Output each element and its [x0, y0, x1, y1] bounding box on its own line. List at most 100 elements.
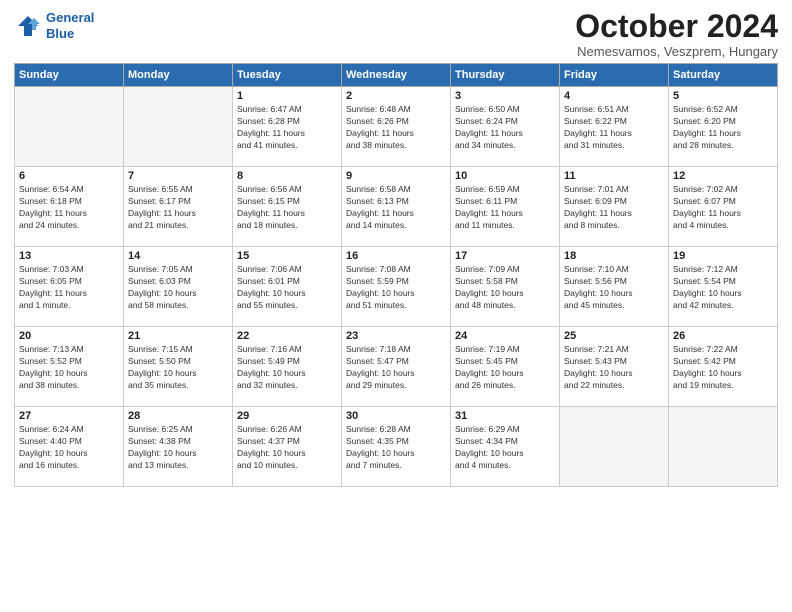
header: General Blue October 2024 Nemesvamos, Ve… [14, 10, 778, 59]
day-number: 5 [673, 90, 773, 102]
day-detail: Sunrise: 6:56 AM Sunset: 6:15 PM Dayligh… [237, 184, 337, 232]
calendar-cell: 23 Sunrise: 7:18 AM Sunset: 5:47 PM Dayli… [342, 327, 451, 407]
day-detail: Sunrise: 6:54 AM Sunset: 6:18 PM Dayligh… [19, 184, 119, 232]
calendar-cell: 12 Sunrise: 7:02 AM Sunset: 6:07 PM Dayli… [669, 167, 778, 247]
day-number: 3 [455, 90, 555, 102]
day-number: 22 [237, 330, 337, 342]
day-detail: Sunrise: 6:29 AM Sunset: 4:34 PM Dayligh… [455, 424, 555, 472]
day-detail: Sunrise: 7:19 AM Sunset: 5:45 PM Dayligh… [455, 344, 555, 392]
day-detail: Sunrise: 6:25 AM Sunset: 4:38 PM Dayligh… [128, 424, 228, 472]
calendar-cell: 5 Sunrise: 6:52 AM Sunset: 6:20 PM Daylig… [669, 87, 778, 167]
calendar-cell: 25 Sunrise: 7:21 AM Sunset: 5:43 PM Dayli… [560, 327, 669, 407]
day-number: 19 [673, 250, 773, 262]
day-number: 25 [564, 330, 664, 342]
day-detail: Sunrise: 7:05 AM Sunset: 6:03 PM Dayligh… [128, 264, 228, 312]
calendar-cell: 26Sunrise: 7:22 AM Sunset: 5:42 PM Dayli… [669, 327, 778, 407]
day-number: 13 [19, 250, 119, 262]
day-number: 14 [128, 250, 228, 262]
day-detail: Sunrise: 6:48 AM Sunset: 6:26 PM Dayligh… [346, 104, 446, 152]
calendar-cell [124, 87, 233, 167]
day-detail: Sunrise: 7:21 AM Sunset: 5:43 PM Dayligh… [564, 344, 664, 392]
day-detail: Sunrise: 6:24 AM Sunset: 4:40 PM Dayligh… [19, 424, 119, 472]
calendar-cell: 31 Sunrise: 6:29 AM Sunset: 4:34 PM Dayli… [451, 407, 560, 487]
day-detail: Sunrise: 6:55 AM Sunset: 6:17 PM Dayligh… [128, 184, 228, 232]
calendar-cell: 18 Sunrise: 7:10 AM Sunset: 5:56 PM Dayli… [560, 247, 669, 327]
calendar-week-row: 1 Sunrise: 6:47 AM Sunset: 6:28 PM Daylig… [15, 87, 778, 167]
calendar-cell: 22Sunrise: 7:16 AM Sunset: 5:49 PM Dayli… [233, 327, 342, 407]
calendar-cell: 15Sunrise: 7:06 AM Sunset: 6:01 PM Dayli… [233, 247, 342, 327]
day-detail: Sunrise: 6:52 AM Sunset: 6:20 PM Dayligh… [673, 104, 773, 152]
day-detail: Sunrise: 7:03 AM Sunset: 6:05 PM Dayligh… [19, 264, 119, 312]
calendar-cell: 20 Sunrise: 7:13 AM Sunset: 5:52 PM Dayli… [15, 327, 124, 407]
day-detail: Sunrise: 7:01 AM Sunset: 6:09 PM Dayligh… [564, 184, 664, 232]
day-detail: Sunrise: 7:02 AM Sunset: 6:07 PM Dayligh… [673, 184, 773, 232]
month-title: October 2024 [575, 10, 778, 42]
calendar-week-row: 13 Sunrise: 7:03 AM Sunset: 6:05 PM Dayli… [15, 247, 778, 327]
weekday-header: Saturday [669, 64, 778, 87]
day-number: 2 [346, 90, 446, 102]
day-detail: Sunrise: 7:08 AM Sunset: 5:59 PM Dayligh… [346, 264, 446, 312]
day-detail: Sunrise: 7:09 AM Sunset: 5:58 PM Dayligh… [455, 264, 555, 312]
calendar-cell: 14 Sunrise: 7:05 AM Sunset: 6:03 PM Dayli… [124, 247, 233, 327]
day-detail: Sunrise: 6:26 AM Sunset: 4:37 PM Dayligh… [237, 424, 337, 472]
day-number: 7 [128, 170, 228, 182]
day-detail: Sunrise: 6:59 AM Sunset: 6:11 PM Dayligh… [455, 184, 555, 232]
day-detail: Sunrise: 7:13 AM Sunset: 5:52 PM Dayligh… [19, 344, 119, 392]
day-detail: Sunrise: 7:10 AM Sunset: 5:56 PM Dayligh… [564, 264, 664, 312]
weekday-header: Thursday [451, 64, 560, 87]
day-number: 18 [564, 250, 664, 262]
title-block: October 2024 Nemesvamos, Veszprem, Hunga… [575, 10, 778, 59]
weekday-header: Tuesday [233, 64, 342, 87]
calendar-cell: 11Sunrise: 7:01 AM Sunset: 6:09 PM Dayli… [560, 167, 669, 247]
calendar-cell: 19 Sunrise: 7:12 AM Sunset: 5:54 PM Dayli… [669, 247, 778, 327]
calendar-cell: 27Sunrise: 6:24 AM Sunset: 4:40 PM Dayli… [15, 407, 124, 487]
day-number: 28 [128, 410, 228, 422]
logo-general: General [46, 10, 94, 25]
day-number: 31 [455, 410, 555, 422]
calendar-week-row: 27Sunrise: 6:24 AM Sunset: 4:40 PM Dayli… [15, 407, 778, 487]
day-number: 10 [455, 170, 555, 182]
calendar-week-row: 6 Sunrise: 6:54 AM Sunset: 6:18 PM Daylig… [15, 167, 778, 247]
day-number: 1 [237, 90, 337, 102]
calendar-cell: 28 Sunrise: 6:25 AM Sunset: 4:38 PM Dayli… [124, 407, 233, 487]
day-detail: Sunrise: 7:18 AM Sunset: 5:47 PM Dayligh… [346, 344, 446, 392]
weekday-header: Wednesday [342, 64, 451, 87]
page-container: General Blue October 2024 Nemesvamos, Ve… [0, 0, 792, 493]
calendar-cell: 16Sunrise: 7:08 AM Sunset: 5:59 PM Dayli… [342, 247, 451, 327]
calendar-cell [669, 407, 778, 487]
calendar-week-row: 20 Sunrise: 7:13 AM Sunset: 5:52 PM Dayli… [15, 327, 778, 407]
day-number: 20 [19, 330, 119, 342]
calendar-cell: 17 Sunrise: 7:09 AM Sunset: 5:58 PM Dayli… [451, 247, 560, 327]
day-detail: Sunrise: 6:28 AM Sunset: 4:35 PM Dayligh… [346, 424, 446, 472]
calendar-cell [560, 407, 669, 487]
day-number: 15 [237, 250, 337, 262]
calendar-cell: 30 Sunrise: 6:28 AM Sunset: 4:35 PM Dayli… [342, 407, 451, 487]
calendar-cell: 13 Sunrise: 7:03 AM Sunset: 6:05 PM Dayli… [15, 247, 124, 327]
calendar-cell: 24 Sunrise: 7:19 AM Sunset: 5:45 PM Dayli… [451, 327, 560, 407]
calendar-cell: 21Sunrise: 7:15 AM Sunset: 5:50 PM Dayli… [124, 327, 233, 407]
calendar-cell: 8Sunrise: 6:56 AM Sunset: 6:15 PM Daylig… [233, 167, 342, 247]
weekday-header: Monday [124, 64, 233, 87]
day-number: 9 [346, 170, 446, 182]
calendar-header-row: SundayMondayTuesdayWednesdayThursdayFrid… [15, 64, 778, 87]
location-subtitle: Nemesvamos, Veszprem, Hungary [575, 44, 778, 59]
day-detail: Sunrise: 7:15 AM Sunset: 5:50 PM Dayligh… [128, 344, 228, 392]
day-detail: Sunrise: 6:58 AM Sunset: 6:13 PM Dayligh… [346, 184, 446, 232]
logo-text: General Blue [46, 10, 94, 41]
calendar-cell: 10 Sunrise: 6:59 AM Sunset: 6:11 PM Dayli… [451, 167, 560, 247]
calendar-cell: 29Sunrise: 6:26 AM Sunset: 4:37 PM Dayli… [233, 407, 342, 487]
calendar-cell [15, 87, 124, 167]
day-number: 24 [455, 330, 555, 342]
day-number: 30 [346, 410, 446, 422]
weekday-header: Friday [560, 64, 669, 87]
day-detail: Sunrise: 6:47 AM Sunset: 6:28 PM Dayligh… [237, 104, 337, 152]
day-number: 12 [673, 170, 773, 182]
day-detail: Sunrise: 7:12 AM Sunset: 5:54 PM Dayligh… [673, 264, 773, 312]
calendar-cell: 1 Sunrise: 6:47 AM Sunset: 6:28 PM Daylig… [233, 87, 342, 167]
day-number: 6 [19, 170, 119, 182]
day-number: 17 [455, 250, 555, 262]
calendar-cell: 9 Sunrise: 6:58 AM Sunset: 6:13 PM Daylig… [342, 167, 451, 247]
day-number: 23 [346, 330, 446, 342]
calendar-cell: 7 Sunrise: 6:55 AM Sunset: 6:17 PM Daylig… [124, 167, 233, 247]
calendar-cell: 3Sunrise: 6:50 AM Sunset: 6:24 PM Daylig… [451, 87, 560, 167]
